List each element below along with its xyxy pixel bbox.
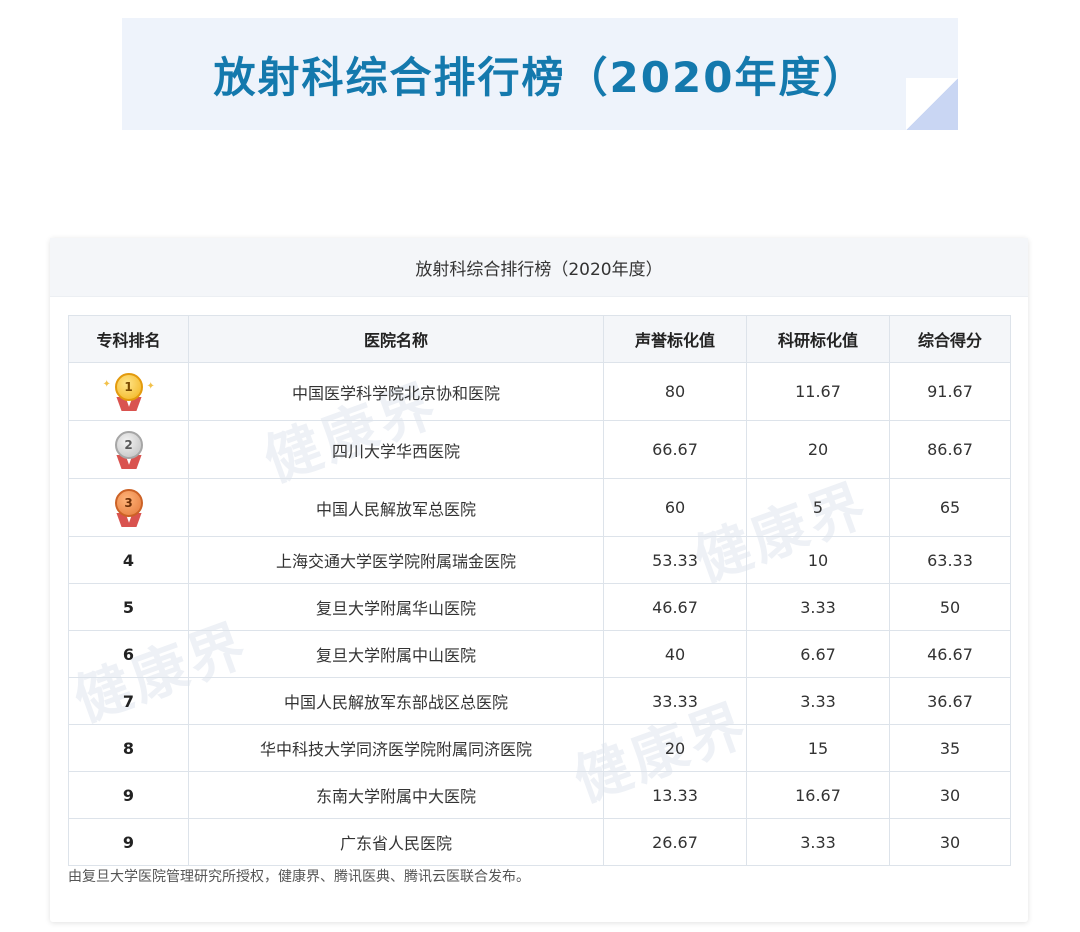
rank-cell: 6: [68, 630, 189, 678]
hospital-cell: 复旦大学附属华山医院: [188, 583, 604, 631]
score-cell: 36.67: [889, 677, 1011, 725]
score-cell: 30: [889, 818, 1011, 866]
card-title: 放射科综合排行榜（2020年度）: [50, 238, 1028, 297]
col-header-hospital: 医院名称: [188, 315, 604, 363]
col-header-research: 科研标化值: [746, 315, 890, 363]
research-cell: 20: [746, 420, 890, 479]
reputation-cell: 20: [603, 724, 747, 772]
reputation-cell: 60: [603, 478, 747, 537]
score-cell: 30: [889, 771, 1011, 819]
rank-number: 1: [114, 372, 143, 401]
gold-medal-icon: ✦ ✦ 1: [101, 371, 157, 413]
hospital-cell: 复旦大学附属中山医院: [188, 630, 604, 678]
rank-cell: 4: [68, 536, 189, 584]
research-cell: 3.33: [746, 818, 890, 866]
reputation-cell: 13.33: [603, 771, 747, 819]
source-footnote: 由复旦大学医院管理研究所授权，健康界、腾讯医典、腾讯云医联合发布。: [68, 869, 530, 885]
research-cell: 15: [746, 724, 890, 772]
rank-cell: 9: [68, 818, 189, 866]
reputation-cell: 66.67: [603, 420, 747, 479]
score-cell: 35: [889, 724, 1011, 772]
table-row: 4 上海交通大学医学院附属瑞金医院 53.33 10 63.33: [68, 536, 1011, 584]
rank-cell: 7: [68, 677, 189, 725]
hospital-cell: 中国人民解放军东部战区总医院: [188, 677, 604, 725]
bronze-medal-icon: 3: [101, 487, 157, 529]
research-cell: 3.33: [746, 583, 890, 631]
table-row: 8 华中科技大学同济医学院附属同济医院 20 15 35: [68, 724, 1011, 772]
reputation-cell: 26.67: [603, 818, 747, 866]
rank-number: 3: [114, 488, 143, 517]
reputation-cell: 53.33: [603, 536, 747, 584]
col-header-reputation: 声誉标化值: [603, 315, 747, 363]
table-row: 7 中国人民解放军东部战区总医院 33.33 3.33 36.67: [68, 677, 1011, 725]
table-row: 2 四川大学华西医院 66.67 20 86.67: [68, 420, 1011, 479]
hospital-cell: 上海交通大学医学院附属瑞金医院: [188, 536, 604, 584]
score-cell: 86.67: [889, 420, 1011, 479]
rank-cell: 9: [68, 771, 189, 819]
hospital-cell: 华中科技大学同济医学院附属同济医院: [188, 724, 604, 772]
table-header-row: 专科排名 医院名称 声誉标化值 科研标化值 综合得分: [68, 315, 1011, 363]
score-cell: 50: [889, 583, 1011, 631]
hospital-cell: 中国人民解放军总医院: [188, 478, 604, 537]
rank-cell: 3: [68, 478, 189, 537]
table-row: 3 中国人民解放军总医院 60 5 65: [68, 478, 1011, 537]
hospital-cell: 广东省人民医院: [188, 818, 604, 866]
ranking-table: 专科排名 医院名称 声誉标化值 科研标化值 综合得分 ✦ ✦ 1 中国医学科学院北…: [68, 315, 1011, 866]
col-header-score: 综合得分: [889, 315, 1011, 363]
score-cell: 63.33: [889, 536, 1011, 584]
table-row: 5 复旦大学附属华山医院 46.67 3.33 50: [68, 583, 1011, 631]
reputation-cell: 40: [603, 630, 747, 678]
table-row: 6 复旦大学附属中山医院 40 6.67 46.67: [68, 630, 1011, 678]
reputation-cell: 80: [603, 362, 747, 421]
rank-number: 2: [114, 430, 143, 459]
rank-cell: 5: [68, 583, 189, 631]
rank-cell: 2: [68, 420, 189, 479]
table-row: ✦ ✦ 1 中国医学科学院北京协和医院 80 11.67 91.67: [68, 362, 1011, 421]
reputation-cell: 33.33: [603, 677, 747, 725]
research-cell: 3.33: [746, 677, 890, 725]
page-title: 放射科综合排行榜（2020年度）: [213, 52, 867, 102]
research-cell: 16.67: [746, 771, 890, 819]
hospital-cell: 四川大学华西医院: [188, 420, 604, 479]
rank-cell: ✦ ✦ 1: [68, 362, 189, 421]
silver-medal-icon: 2: [101, 429, 157, 471]
research-cell: 11.67: [746, 362, 890, 421]
hospital-cell: 中国医学科学院北京协和医院: [188, 362, 604, 421]
col-header-rank: 专科排名: [68, 315, 189, 363]
table-row: 9 广东省人民医院 26.67 3.33 30: [68, 818, 1011, 866]
reputation-cell: 46.67: [603, 583, 747, 631]
research-cell: 5: [746, 478, 890, 537]
ranking-card: 放射科综合排行榜（2020年度） 健康界 健康界 健康界 健康界 专科排名 医院…: [50, 238, 1028, 922]
hospital-cell: 东南大学附属中大医院: [188, 771, 604, 819]
score-cell: 46.67: [889, 630, 1011, 678]
research-cell: 6.67: [746, 630, 890, 678]
research-cell: 10: [746, 536, 890, 584]
score-cell: 91.67: [889, 362, 1011, 421]
rank-cell: 8: [68, 724, 189, 772]
table-row: 9 东南大学附属中大医院 13.33 16.67 30: [68, 771, 1011, 819]
score-cell: 65: [889, 478, 1011, 537]
